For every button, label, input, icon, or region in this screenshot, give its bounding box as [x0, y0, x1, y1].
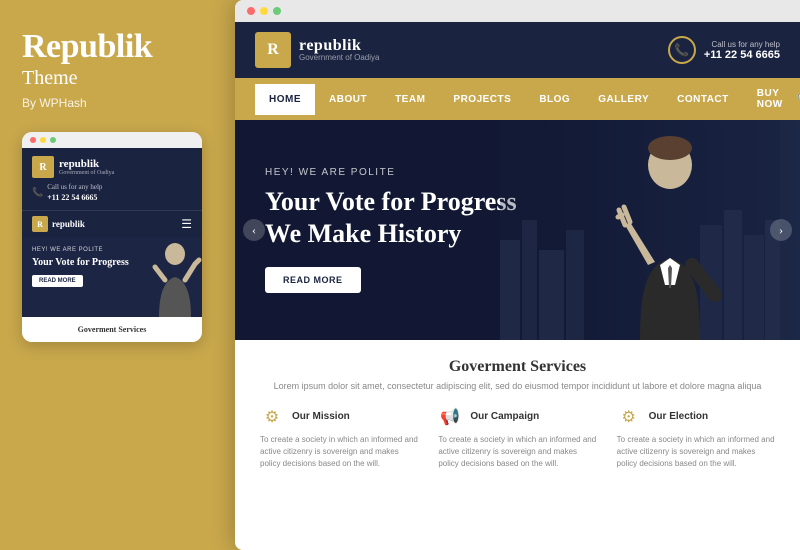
- phone-icon: 📞: [32, 187, 43, 198]
- desktop-site: R republik Government of Oadiya 📞 Call u…: [235, 22, 800, 550]
- left-panel: Republik Theme By WPHash R republik Gove…: [0, 0, 235, 550]
- mobile-preview: R republik Government of Oadiya 📞 Call u…: [22, 132, 202, 342]
- site-logo-icon: R: [255, 32, 291, 68]
- site-header: R republik Government of Oadiya 📞 Call u…: [235, 22, 800, 78]
- hero-person: [500, 120, 780, 340]
- service-item-mission: ⚙ Our Mission To create a society in whi…: [260, 405, 418, 470]
- hero-prev-arrow[interactable]: ‹: [243, 219, 265, 241]
- mobile-hero: HEY! WE ARE POLITE Your Vote for Progres…: [22, 237, 202, 317]
- mobile-phone-row: 📞 Call us for any help +11 22 54 6665: [32, 183, 192, 202]
- phone-circle-icon: 📞: [668, 36, 696, 64]
- desktop-dot-yellow: [260, 7, 268, 15]
- services-desc: Lorem ipsum dolor sit amet, consectetur …: [260, 380, 775, 393]
- election-icon: ⚙: [617, 405, 641, 429]
- nav-item-home[interactable]: HOME: [255, 84, 315, 115]
- hero-cta-button[interactable]: READ MORE: [265, 267, 361, 293]
- campaign-icon: 📢: [438, 405, 462, 429]
- service-campaign-title: Our Campaign: [470, 411, 539, 422]
- phone-call-label: Call us for any help: [704, 40, 780, 49]
- mobile-phone-number: +11 22 54 6665: [47, 193, 102, 202]
- desktop-dot-red: [247, 7, 255, 15]
- service-campaign-header: 📢 Our Campaign: [438, 405, 596, 429]
- mobile-nav-logo-text: republik: [52, 219, 85, 229]
- phone-number: +11 22 54 6665: [704, 49, 780, 61]
- mobile-logo-name: republik: [59, 159, 114, 170]
- service-mission-header: ⚙ Our Mission: [260, 405, 418, 429]
- mobile-dot-red: [30, 137, 36, 143]
- mobile-hero-cta[interactable]: READ MORE: [32, 275, 83, 287]
- site-logo-name: republik: [299, 38, 379, 54]
- service-mission-desc: To create a society in which an informed…: [260, 434, 418, 470]
- mobile-nav-logo-icon: R: [32, 216, 48, 232]
- mobile-phone-label: Call us for any help: [47, 183, 102, 193]
- nav-item-blog[interactable]: BLOG: [525, 84, 584, 115]
- site-logo-text-group: republik Government of Oadiya: [299, 38, 379, 62]
- services-grid: ⚙ Our Mission To create a society in whi…: [260, 405, 775, 470]
- site-hero: ‹ HEY! WE ARE POLITE Your Vote for Progr…: [235, 120, 800, 340]
- services-title: Goverment Services: [260, 358, 775, 376]
- site-logo-sub: Government of Oadiya: [299, 54, 379, 62]
- services-header: Goverment Services Lorem ipsum dolor sit…: [260, 358, 775, 393]
- mobile-phone-info: Call us for any help +11 22 54 6665: [47, 183, 102, 202]
- service-item-election: ⚙ Our Election To create a society in wh…: [617, 405, 775, 470]
- theme-title: Republik: [22, 28, 213, 65]
- mobile-hero-person-svg: [147, 242, 202, 317]
- nav-item-about[interactable]: ABOUT: [315, 84, 381, 115]
- desktop-dot-green: [273, 7, 281, 15]
- phone-info: Call us for any help +11 22 54 6665: [704, 40, 780, 61]
- hamburger-icon[interactable]: ☰: [181, 217, 192, 232]
- mobile-nav-logo: R republik: [32, 216, 85, 232]
- desktop-preview: R republik Government of Oadiya 📞 Call u…: [235, 0, 800, 550]
- hero-next-arrow[interactable]: ›: [770, 219, 792, 241]
- service-campaign-desc: To create a society in which an informed…: [438, 434, 596, 470]
- mobile-services-section: Goverment Services: [22, 317, 202, 342]
- nav-item-contact[interactable]: CONTACT: [663, 84, 743, 115]
- mobile-logo-text-group: republik Government of Oadiya: [59, 159, 114, 176]
- theme-by: By WPHash: [22, 96, 213, 110]
- nav-item-buynow[interactable]: BUY NOW: [743, 78, 797, 120]
- site-services: Goverment Services Lorem ipsum dolor sit…: [235, 340, 800, 550]
- mobile-logo-icon: R: [32, 156, 54, 178]
- mobile-dot-green: [50, 137, 56, 143]
- mobile-logo-area: R republik Government of Oadiya: [32, 156, 192, 178]
- mobile-browser-bar: [22, 132, 202, 148]
- site-phone-area: 📞 Call us for any help +11 22 54 6665: [668, 36, 780, 64]
- mobile-header: R republik Government of Oadiya 📞 Call u…: [22, 148, 202, 210]
- mobile-nav-bar: R republik ☰: [22, 210, 202, 237]
- service-mission-title: Our Mission: [292, 411, 350, 422]
- service-election-desc: To create a society in which an informed…: [617, 434, 775, 470]
- nav-items: HOME ABOUT TEAM PROJECTS BLOG GALLERY CO…: [255, 78, 797, 120]
- theme-subtitle: Theme: [22, 67, 213, 90]
- mission-icon: ⚙: [260, 405, 284, 429]
- mobile-services-title: Goverment Services: [32, 325, 192, 334]
- nav-item-projects[interactable]: PROJECTS: [439, 84, 525, 115]
- service-item-campaign: 📢 Our Campaign To create a society in wh…: [438, 405, 596, 470]
- desktop-browser-bar: [235, 0, 800, 22]
- site-logo-area: R republik Government of Oadiya: [255, 32, 379, 68]
- theme-title-group: Republik Theme By WPHash: [22, 28, 213, 110]
- mobile-logo-sub: Government of Oadiya: [59, 170, 114, 176]
- service-election-header: ⚙ Our Election: [617, 405, 775, 429]
- nav-item-gallery[interactable]: GALLERY: [584, 84, 663, 115]
- nav-item-team[interactable]: TEAM: [381, 84, 439, 115]
- service-election-title: Our Election: [649, 411, 708, 422]
- mobile-dot-yellow: [40, 137, 46, 143]
- site-nav: HOME ABOUT TEAM PROJECTS BLOG GALLERY CO…: [235, 78, 800, 120]
